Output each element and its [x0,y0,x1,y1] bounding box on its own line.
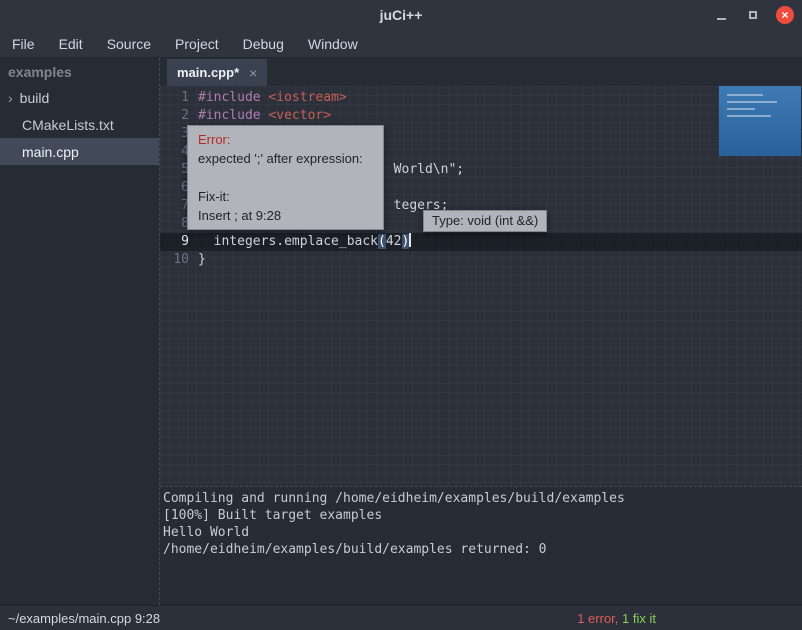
terminal-output: Compiling and running /home/eidheim/exam… [160,486,802,605]
line-number: 4 [167,143,189,161]
tab-close-icon[interactable]: × [249,66,257,80]
minimize-icon [717,18,726,20]
tab-main-cpp[interactable]: main.cpp* × [167,59,267,86]
tree-item-label: CMakeLists.txt [22,117,114,133]
terminal-line: Compiling and running /home/eidheim/exam… [163,490,802,507]
sidebar: examples › build CMakeLists.txt main.cpp [0,58,160,605]
minimize-button[interactable] [712,6,730,24]
titlebar[interactable]: juCi++ × [0,0,802,30]
status-location: ~/examples/main.cpp 9:28 [8,611,160,626]
type-tooltip: Type: void (int &&) [423,210,547,232]
window-title: juCi++ [380,7,423,23]
menu-item-debug[interactable]: Debug [233,33,294,55]
code-segment: ( [378,234,386,249]
code-text: integers.emplace_back(42) [198,233,411,251]
tabbar: main.cpp* × [160,58,802,86]
status-fixit-count: 1 fix it [622,611,656,626]
code-line-2[interactable]: 2 #include <vector> [160,107,802,125]
window-body: examples › build CMakeLists.txt main.cpp ma… [0,58,802,605]
tree-item-label: build [20,90,50,106]
file-tree: › build CMakeLists.txt main.cpp [0,84,159,165]
statusbar: ~/examples/main.cpp 9:28 1 error, 1 fix … [0,605,802,630]
main-pane: main.cpp* × 1 #include <iostream> 2 #include… [160,58,802,605]
tooltip-line: expected ';' after expression: [198,149,373,168]
restore-icon [749,11,757,19]
project-name: examples [0,58,159,84]
close-button[interactable]: × [776,6,794,24]
code-text: #include <vector> [198,107,331,125]
terminal-line: /home/eidheim/examples/build/examples re… [163,541,802,558]
terminal-line: Hello World [163,524,802,541]
minimap-line [727,101,777,103]
tree-item-build[interactable]: › build [0,84,159,111]
menu-item-edit[interactable]: Edit [49,33,93,55]
code-text: } [198,251,206,269]
text-cursor [409,233,411,247]
window-controls: × [712,0,794,30]
error-tooltip-body: expected ';' after expression: Fix-it:In… [198,149,373,225]
minimap-line [727,115,771,117]
line-number: 6 [167,179,189,197]
code-segment: ) [402,234,410,249]
minimap[interactable] [719,86,801,156]
code-segment: World\n"; [394,162,464,177]
code-segment: #include [198,108,268,123]
tree-item-label: main.cpp [22,144,79,160]
menu-item-source[interactable]: Source [97,33,161,55]
line-number: 2 [167,107,189,125]
line-number: 9 [167,233,189,251]
status-error-count: 1 error [577,611,615,626]
line-number: 10 [167,251,189,269]
editor[interactable]: 1#include <iostream>2#include <vector>34… [160,86,802,486]
code-segment: 42 [386,234,402,249]
code-line-10[interactable]: 10} [160,251,802,269]
menu-item-window[interactable]: Window [298,33,368,55]
line-number: 1 [167,89,189,107]
status-diagnostics: 1 error, 1 fix it [577,611,656,626]
code-segment: } [198,252,206,267]
menu-item-file[interactable]: File [2,33,45,55]
code-segment: #include [198,90,268,105]
status-separator: , [615,611,622,626]
code-segment: <vector> [268,108,331,123]
error-tooltip: Error: expected ';' after expression: Fi… [187,125,384,230]
menu-item-project[interactable]: Project [165,33,229,55]
line-number: 3 [167,125,189,143]
terminal-line: [100%] Built target examples [163,507,802,524]
menubar: FileEditSourceProjectDebugWindow [0,30,802,58]
tooltip-line: Insert ; at 9:28 [198,206,373,225]
minimap-line [727,94,763,96]
tooltip-line [198,168,373,187]
code-line-9[interactable]: 9 integers.emplace_back(42) [160,233,802,251]
line-number: 7 [167,197,189,215]
chevron-right-icon: › [8,90,13,106]
tree-item-main-cpp[interactable]: main.cpp [0,138,159,165]
tooltip-line: Fix-it: [198,187,373,206]
juci-window: juCi++ × FileEditSourceProjectDebugWindo… [0,0,802,630]
close-icon: × [781,9,788,21]
line-number: 8 [167,215,189,233]
code-text: #include <iostream> [198,89,347,107]
error-tooltip-title: Error: [198,130,373,149]
code-line-1[interactable]: 1 #include <iostream> [160,89,802,107]
line-number: 5 [167,161,189,179]
restore-button[interactable] [744,6,762,24]
minimap-line [727,108,755,110]
tree-item-cmakelists-txt[interactable]: CMakeLists.txt [0,111,159,138]
code-segment: integers.emplace_back [198,234,378,249]
tab-label: main.cpp* [177,65,239,80]
code-segment: <iostream> [268,90,346,105]
